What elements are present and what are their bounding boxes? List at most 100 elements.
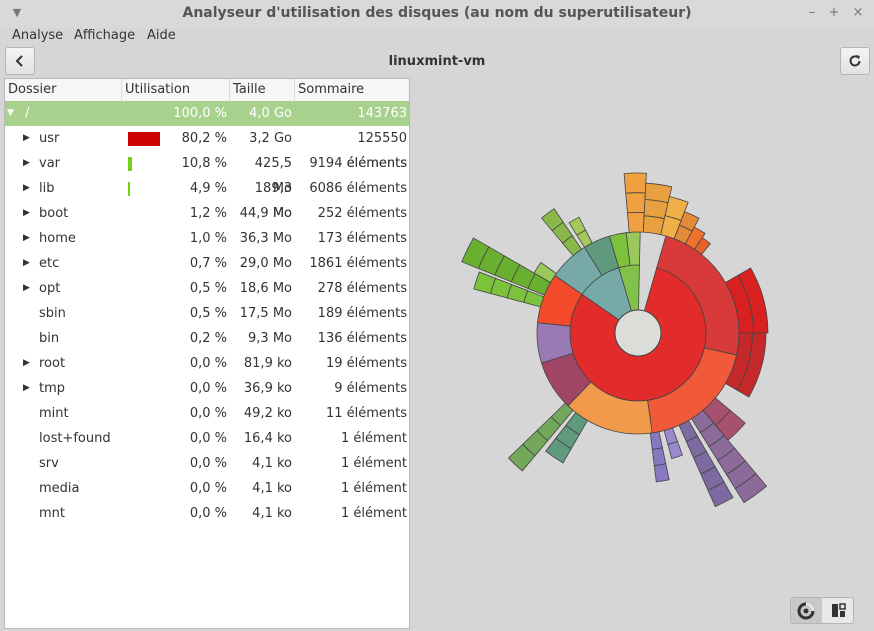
tree-row[interactable]: ▶ boot 1,2 % 44,9 Mo 252 éléments (5, 201, 409, 226)
tree-row[interactable]: mint 0,0 % 49,2 ko 11 éléments (5, 401, 409, 426)
folder-name: etc (39, 256, 60, 271)
view-switcher (790, 597, 854, 624)
maximize-button[interactable]: + (826, 5, 842, 21)
expander-closed-icon[interactable]: ▶ (23, 176, 30, 201)
menu-bar: Analyse Affichage Aide (0, 28, 874, 48)
expander-closed-icon[interactable]: ▶ (23, 251, 30, 276)
folder-name: boot (39, 206, 69, 221)
usage-percent: 0,2 % (189, 331, 227, 346)
treemap-view-button[interactable] (823, 598, 853, 623)
root-center[interactable] (614, 309, 662, 357)
outer-ring-segment[interactable] (667, 441, 683, 460)
folder-size: 3,2 Go (249, 131, 292, 146)
item-count: 11 éléments (325, 406, 407, 421)
usage-percent: 4,9 % (189, 181, 227, 196)
refresh-button[interactable] (840, 47, 870, 75)
outer-ring-segment[interactable] (651, 447, 667, 467)
usage-percent: 1,0 % (189, 231, 227, 246)
folder-name: media (39, 481, 80, 496)
outer-ring-segment[interactable] (653, 463, 670, 483)
tree-row[interactable]: ▶ var 10,8 % 425,5 Mo 9194 éléments (5, 151, 409, 196)
column-sommaire[interactable]: Sommaire (295, 79, 409, 101)
tree-row[interactable]: ▶ usr 80,2 % 3,2 Go 125550 éléments (5, 126, 409, 171)
usage-percent: 0,0 % (189, 456, 227, 471)
usage-percent: 0,0 % (189, 481, 227, 496)
usage-percent: 0,0 % (189, 406, 227, 421)
expander-open-icon[interactable]: ▼ (7, 101, 14, 126)
folder-name: srv (39, 456, 59, 471)
item-count: 278 éléments (317, 281, 407, 296)
item-count: 1 élément (340, 431, 407, 446)
folder-size: 4,1 ko (252, 506, 292, 521)
tree-row[interactable]: ▶ lib 4,9 % 189,3 Mo 6086 éléments (5, 176, 409, 221)
folder-name: root (39, 356, 66, 371)
folder-name: lib (39, 181, 55, 196)
folder-size: 4,0 Go (249, 106, 292, 121)
folder-tree[interactable]: Dossier Utilisation Taille Sommaire ▼ / 10… (4, 78, 410, 629)
item-count: 189 éléments (317, 306, 407, 321)
folder-size: 44,9 Mo (239, 206, 292, 221)
tree-row[interactable]: sbin 0,5 % 17,5 Mo 189 éléments (5, 301, 409, 326)
item-count: 1861 éléments (309, 256, 407, 271)
expander-closed-icon[interactable]: ▶ (23, 126, 30, 151)
menu-analyse[interactable]: Analyse (12, 28, 63, 43)
expander-closed-icon[interactable]: ▶ (23, 351, 30, 376)
folder-size: 81,9 ko (243, 356, 292, 371)
expander-closed-icon[interactable]: ▶ (23, 201, 30, 226)
column-dossier[interactable]: Dossier (5, 79, 122, 101)
tree-row[interactable]: srv 0,0 % 4,1 ko 1 élément (5, 451, 409, 476)
folder-name: tmp (39, 381, 66, 396)
expander-closed-icon[interactable]: ▶ (23, 226, 30, 251)
outer-ring-segment[interactable] (649, 431, 663, 450)
tree-row[interactable]: ▼/100,0 % 4,0 Go 143763 éléments (5, 101, 409, 146)
usage-percent: 0,0 % (189, 506, 227, 521)
usage-percent: 1,2 % (189, 206, 227, 221)
folder-size: 4,1 ko (252, 456, 292, 471)
item-count: 136 éléments (317, 331, 407, 346)
column-taille[interactable]: Taille (230, 79, 295, 101)
tree-row[interactable]: ▶ opt 0,5 % 18,6 Mo 278 éléments (5, 276, 409, 301)
usage-percent: 0,0 % (189, 431, 227, 446)
close-button[interactable]: × (850, 5, 866, 21)
header-bar: linuxmint-vm (0, 46, 874, 78)
item-count: 9 éléments (334, 381, 407, 396)
usage-percent: 80,2 % (181, 131, 227, 146)
tree-row[interactable]: mnt 0,0 % 4,1 ko 1 élément (5, 501, 409, 526)
item-count: 9194 éléments (309, 156, 407, 171)
rings-chart[interactable] (411, 78, 874, 591)
expander-closed-icon[interactable]: ▶ (23, 151, 30, 176)
tree-row[interactable]: lost+found 0,0 % 16,4 ko 1 élément (5, 426, 409, 451)
expander-closed-icon[interactable]: ▶ (23, 276, 30, 301)
expander-closed-icon[interactable]: ▶ (23, 376, 30, 401)
usage-percent: 0,7 % (189, 256, 227, 271)
outer-ring-segment[interactable] (644, 182, 673, 204)
minimize-button[interactable]: – (804, 5, 820, 21)
tree-row[interactable]: bin 0,2 % 9,3 Mo 136 éléments (5, 326, 409, 351)
rings-view-button[interactable] (791, 598, 822, 623)
tree-row[interactable]: ▶ home 1,0 % 36,3 Mo 173 éléments (5, 226, 409, 251)
tree-row[interactable]: ▶ root 0,0 % 81,9 ko 19 éléments (5, 351, 409, 376)
item-count: 173 éléments (317, 231, 407, 246)
folder-name: home (39, 231, 76, 246)
folder-size: 16,4 ko (243, 431, 292, 446)
title-bar: ▼ Analyseur d'utilisation des disques (a… (0, 0, 874, 28)
item-count: 1 élément (340, 456, 407, 471)
outer-ring-segment[interactable] (625, 192, 646, 214)
window-title: Analyseur d'utilisation des disques (au … (182, 5, 692, 21)
menu-affichage[interactable]: Affichage (74, 28, 135, 43)
folder-size: 9,3 Mo (248, 331, 292, 346)
usage-percent: 100,0 % (173, 106, 227, 121)
tree-row[interactable]: ▶ etc 0,7 % 29,0 Mo 1861 éléments (5, 251, 409, 276)
outer-ring-segment[interactable] (627, 211, 645, 233)
usage-percent: 0,5 % (189, 281, 227, 296)
column-utilisation[interactable]: Utilisation (122, 79, 230, 101)
usage-percent: 10,8 % (181, 156, 227, 171)
refresh-icon (849, 55, 861, 67)
folder-name: var (39, 156, 61, 171)
tree-row[interactable]: media 0,0 % 4,1 ko 1 élément (5, 476, 409, 501)
usage-percent: 0,5 % (189, 306, 227, 321)
menu-aide[interactable]: Aide (147, 28, 176, 43)
tree-row[interactable]: ▶ tmp 0,0 % 36,9 ko 9 éléments (5, 376, 409, 401)
folder-name: mnt (39, 506, 65, 521)
outer-ring-segment[interactable] (623, 172, 647, 194)
